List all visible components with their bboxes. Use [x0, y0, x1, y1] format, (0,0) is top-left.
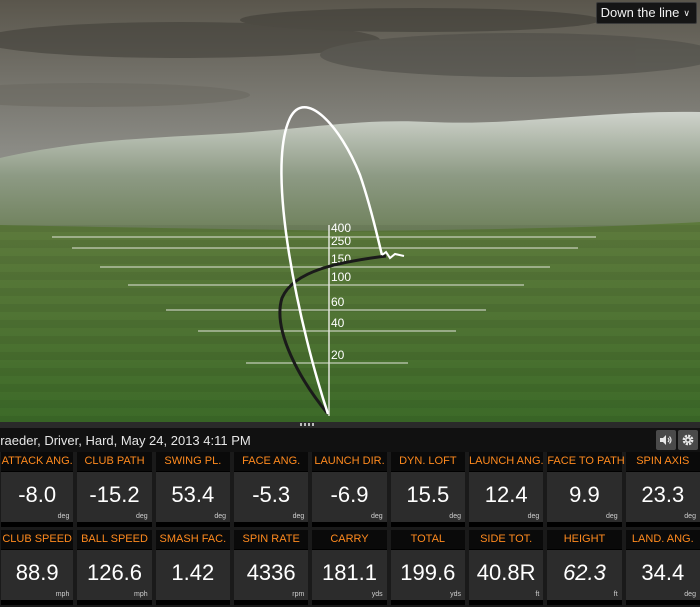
metric-landing-angle[interactable]: LAND. ANG. 34.4 deg [625, 530, 700, 605]
metric-unit: deg [449, 513, 461, 520]
metric-total[interactable]: TOTAL 199.6 yds [390, 530, 465, 605]
session-title: hraeder, Driver, Hard, May 24, 2013 4:11… [0, 432, 251, 448]
metric-side-total[interactable]: SIDE TOT. 40.8R ft [468, 530, 544, 605]
metric-label: LAUNCH ANG. [468, 452, 544, 471]
chevron-down-icon: ∨ [683, 8, 690, 18]
metric-value: 15.5 [406, 482, 450, 507]
metric-ball-speed[interactable]: BALL SPEED 126.6 mph [77, 530, 152, 605]
marker-400: 400 [331, 221, 351, 235]
metric-unit: deg [684, 591, 696, 598]
metric-club-path[interactable]: CLUB PATH -15.2 deg [77, 452, 152, 527]
metric-label: SMASH FAC. [155, 530, 230, 549]
speaker-icon [660, 435, 672, 445]
marker-100: 100 [331, 270, 351, 284]
metric-value: 12.4 [484, 482, 528, 507]
metric-value: -6.9 [330, 482, 369, 507]
metric-swing-plane[interactable]: SWING PL. 53.4 deg [155, 452, 230, 527]
view-dropdown[interactable]: Down the line ∨ [595, 2, 697, 24]
metric-unit: mph [134, 591, 148, 598]
metric-dynamic-loft[interactable]: DYN. LOFT 15.5 deg [390, 452, 465, 527]
metric-label: CLUB PATH [77, 452, 152, 471]
metric-unit: deg [605, 513, 618, 520]
metric-label: SPIN AXIS [625, 452, 700, 471]
metric-value: 4336 [246, 560, 296, 585]
metric-value: 1.42 [171, 560, 215, 585]
metric-unit: yds [371, 591, 383, 598]
metric-label: FACE TO PATH [547, 452, 625, 471]
metric-value: 199.6 [400, 560, 456, 585]
metric-value: 53.4 [171, 482, 215, 507]
metrics-panel: ATTACK ANG. -8.0 deg CLUB PATH -15.2 deg… [0, 452, 700, 607]
metric-value: 126.6 [86, 560, 143, 585]
metric-face-to-path[interactable]: FACE TO PATH 9.9 deg [547, 452, 625, 527]
metric-launch-direction[interactable]: LAUNCH DIR. -6.9 deg [312, 452, 387, 527]
metric-label: HEIGHT [547, 530, 622, 549]
volume-button[interactable] [656, 430, 676, 450]
metric-unit: mph [55, 591, 70, 598]
metric-label: DYN. LOFT [390, 452, 465, 471]
metrics-row-club: ATTACK ANG. -8.0 deg CLUB PATH -15.2 deg… [0, 452, 700, 527]
metric-label: LAND. ANG. [625, 530, 700, 549]
metric-unit: deg [684, 513, 696, 520]
metric-unit: rpm [292, 591, 305, 598]
metric-value: 9.9 [569, 482, 600, 507]
metric-value: 40.8R [476, 560, 536, 585]
metric-label: LAUNCH DIR. [312, 452, 387, 471]
metric-unit: ft [535, 591, 540, 598]
range-scene: 400 250 150 100 60 40 20 [0, 0, 700, 422]
metric-value: 181.1 [321, 560, 378, 585]
metric-unit: deg [57, 513, 70, 520]
metric-value: -5.3 [252, 482, 291, 507]
range-view[interactable]: 400 250 150 100 60 40 20 Down the line ∨ [0, 0, 700, 422]
gear-icon [682, 434, 694, 446]
metric-value: 62.3 [563, 560, 606, 585]
metric-value: -15.2 [89, 482, 140, 507]
metric-label: SPIN RATE [234, 530, 309, 549]
metric-unit: deg [527, 513, 540, 520]
marker-40: 40 [331, 316, 345, 330]
metric-unit: deg [370, 513, 383, 520]
metric-value: -8.0 [18, 482, 57, 507]
metric-face-angle[interactable]: FACE ANG. -5.3 deg [234, 452, 309, 527]
metric-club-speed[interactable]: CLUB SPEED 88.9 mph [1, 530, 74, 605]
metric-value: 23.3 [641, 482, 685, 507]
metric-label: TOTAL [390, 530, 465, 549]
metric-carry[interactable]: CARRY 181.1 yds [312, 530, 387, 605]
metric-attack-angle[interactable]: ATTACK ANG. -8.0 deg [1, 452, 74, 527]
settings-button[interactable] [678, 430, 698, 450]
marker-250: 250 [331, 234, 351, 248]
metric-smash-factor[interactable]: SMASH FAC. 1.42 [155, 530, 230, 605]
metric-spin-axis[interactable]: SPIN AXIS 23.3 deg [625, 452, 700, 527]
metric-unit: deg [292, 513, 305, 520]
metric-value: 34.4 [641, 560, 685, 585]
metrics-row-ball: CLUB SPEED 88.9 mph BALL SPEED 126.6 mph… [0, 530, 700, 605]
splitter-grip-icon[interactable] [300, 423, 314, 426]
metric-unit: ft [613, 591, 618, 598]
marker-60: 60 [331, 295, 345, 309]
metric-spin-rate[interactable]: SPIN RATE 4336 rpm [234, 530, 309, 605]
metric-label: CLUB SPEED [1, 530, 74, 549]
metric-label: SWING PL. [155, 452, 230, 471]
metric-value: 88.9 [15, 560, 59, 585]
metric-label: CARRY [312, 530, 387, 549]
view-dropdown-label: Down the line [600, 5, 680, 20]
metric-label: ATTACK ANG. [1, 452, 74, 471]
metric-label: BALL SPEED [77, 530, 152, 549]
app-window: 400 250 150 100 60 40 20 Down the line ∨… [0, 0, 700, 607]
metric-height[interactable]: HEIGHT 62.3 ft [547, 530, 622, 605]
marker-20: 20 [331, 348, 345, 362]
metric-launch-angle[interactable]: LAUNCH ANG. 12.4 deg [468, 452, 544, 527]
session-bar: hraeder, Driver, Hard, May 24, 2013 4:11… [0, 428, 700, 452]
metric-label: SIDE TOT. [468, 530, 544, 549]
metric-unit: deg [135, 513, 148, 520]
metric-unit: deg [214, 513, 226, 520]
metric-label: FACE ANG. [234, 452, 309, 471]
metric-unit: yds [450, 591, 461, 598]
